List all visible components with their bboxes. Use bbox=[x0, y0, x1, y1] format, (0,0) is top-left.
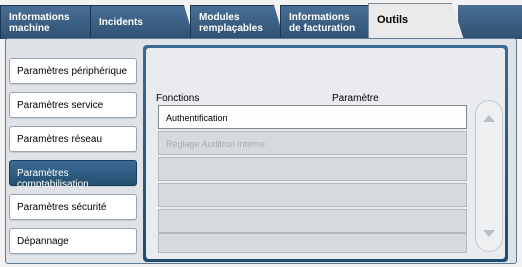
tab-label: Modules bbox=[199, 12, 240, 23]
tab-bar: Informations machine Incidents Modules r… bbox=[0, 0, 522, 40]
sidebar-item-parametres-reseau[interactable]: Paramètres réseau bbox=[9, 126, 137, 152]
list-item-empty bbox=[158, 183, 467, 207]
sidebar-item-label: Paramètres réseau bbox=[17, 134, 103, 145]
sidebar-item-depannage[interactable]: Dépannage bbox=[9, 228, 137, 254]
tab-label: Incidents bbox=[99, 17, 143, 28]
tab-label-line2: machine bbox=[9, 23, 50, 34]
list-scrollbar[interactable] bbox=[475, 100, 503, 252]
function-list-panel: Fonctions Paramètre Authentification Rég… bbox=[143, 45, 508, 262]
function-list-inner: Fonctions Paramètre Authentification Rég… bbox=[146, 48, 505, 259]
tab-informations-facturation[interactable]: Informations de facturation bbox=[280, 5, 378, 39]
list-item-label: Authentification bbox=[166, 113, 228, 123]
tab-label-line2: de facturation bbox=[289, 23, 356, 34]
column-header-fonctions: Fonctions bbox=[156, 93, 200, 104]
list-item-reglage-auditron: Réglage Auditron interne bbox=[158, 131, 467, 155]
tab-label-line2: remplaçables bbox=[199, 23, 263, 34]
tab-outils[interactable]: Outils bbox=[368, 3, 464, 40]
tab-modules-remplacables[interactable]: Modules remplaçables bbox=[190, 5, 284, 39]
tab-incidents[interactable]: Incidents bbox=[90, 5, 194, 39]
triangle-down-icon[interactable] bbox=[479, 223, 499, 243]
list-item-empty bbox=[158, 157, 467, 181]
sidebar-item-label: Paramètres service bbox=[17, 100, 104, 111]
sidebar-item-label: Paramètres périphérique bbox=[17, 66, 128, 77]
sidebar-item-parametres-securite[interactable]: Paramètres sécurité bbox=[9, 194, 137, 220]
tab-label: Informations bbox=[289, 12, 350, 23]
sidebar-item-label: Paramètres sécurité bbox=[17, 202, 107, 213]
tab-label: Informations bbox=[9, 12, 70, 23]
list-item-authentification[interactable]: Authentification bbox=[158, 105, 467, 129]
tab-bar-filler bbox=[458, 5, 522, 39]
sidebar-item-parametres-comptabilisation[interactable]: Paramètres comptabilisation bbox=[9, 160, 137, 190]
sidebar-item-parametres-peripherique[interactable]: Paramètres périphérique bbox=[9, 58, 137, 84]
sidebar-item-label: Paramètres comptabilisation bbox=[17, 168, 89, 190]
triangle-up-icon[interactable] bbox=[479, 109, 499, 129]
list-item-label: Réglage Auditron interne bbox=[166, 139, 266, 149]
list-item-empty bbox=[158, 209, 467, 233]
list-item-empty bbox=[158, 233, 467, 253]
sidebar-item-label: Dépannage bbox=[17, 236, 69, 247]
column-header-parametre: Paramètre bbox=[332, 93, 379, 104]
sidebar-item-parametres-service[interactable]: Paramètres service bbox=[9, 92, 137, 118]
tab-informations-machine[interactable]: Informations machine bbox=[0, 5, 100, 39]
tab-label: Outils bbox=[377, 14, 409, 26]
